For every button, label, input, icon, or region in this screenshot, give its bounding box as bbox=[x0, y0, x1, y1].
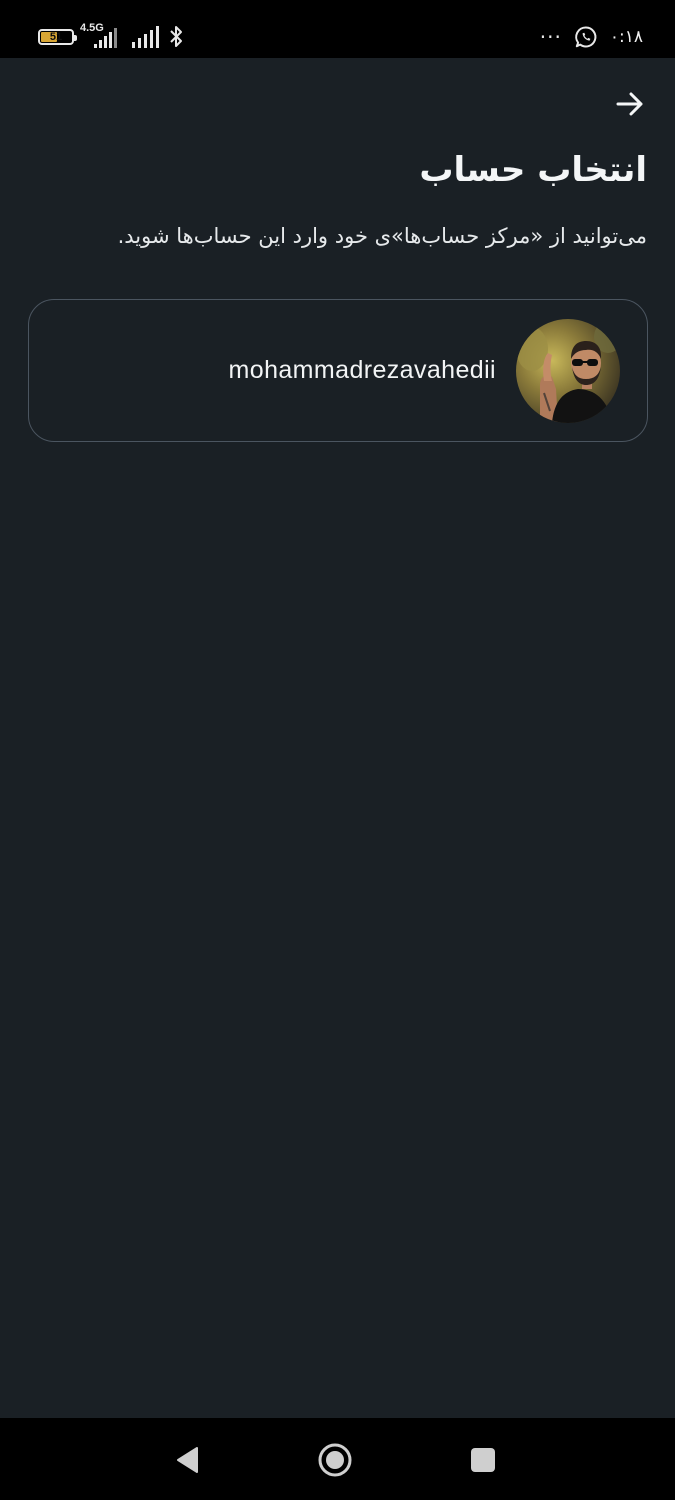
navigation-bar bbox=[0, 1418, 675, 1500]
page-subtitle: می‌توانید از «مرکز حساب‌ها»ی خود وارد ای… bbox=[117, 224, 647, 248]
arrow-right-icon bbox=[616, 92, 643, 116]
nav-recents-button[interactable] bbox=[461, 1438, 505, 1482]
clock: ۰:۱۸ bbox=[609, 27, 643, 47]
avatar bbox=[516, 318, 620, 423]
signal-icon bbox=[132, 26, 159, 48]
battery-level: 51 bbox=[49, 31, 63, 43]
account-username: mohammadrezavahedii bbox=[228, 356, 496, 384]
page-title: انتخاب حساب bbox=[419, 150, 647, 190]
whatsapp-icon bbox=[575, 26, 597, 48]
status-bar: 51 4.5G ··· ۰:۱۸ bbox=[0, 0, 675, 58]
status-bar-right: ··· ۰:۱۸ bbox=[540, 24, 643, 50]
bluetooth-icon bbox=[170, 26, 182, 47]
nav-home-button[interactable] bbox=[313, 1438, 357, 1482]
account-card[interactable]: mohammadrezavahedii bbox=[28, 299, 648, 442]
home-circle-icon bbox=[318, 1443, 352, 1477]
nav-back-button[interactable] bbox=[166, 1438, 210, 1482]
back-triangle-icon bbox=[177, 1447, 198, 1473]
profile-photo-icon bbox=[516, 318, 620, 423]
status-bar-left: 51 4.5G bbox=[38, 22, 184, 50]
more-dots-icon: ··· bbox=[539, 25, 562, 49]
mobile-signal-icon: 4.5G bbox=[80, 22, 124, 50]
recents-square-icon bbox=[471, 1448, 495, 1472]
back-button[interactable] bbox=[612, 86, 648, 122]
battery-icon: 51 bbox=[38, 29, 77, 45]
